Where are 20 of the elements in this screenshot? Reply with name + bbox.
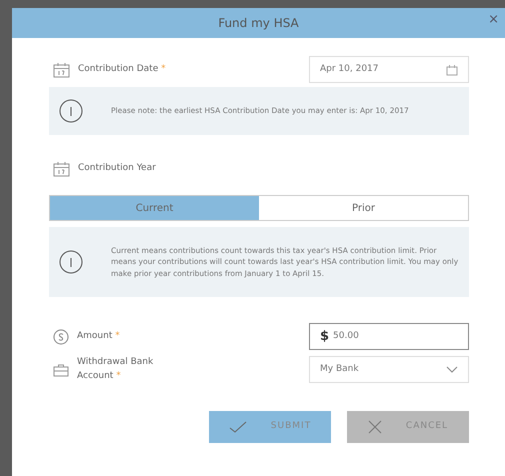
bank-dropdown[interactable]: My Bank [309,356,469,383]
dialog-title: Fund my HSA [218,15,299,32]
calendar-icon [53,62,70,78]
field-label: Contribution Year [78,162,156,176]
segment-tab[interactable]: Current [50,196,259,220]
chevron-down-icon [446,366,458,373]
field-label: Amount * [77,330,120,343]
amount-field[interactable]: $ 50.00 [309,323,469,350]
check-icon [228,421,247,433]
dollar-icon [53,328,69,344]
calendar-icon [446,64,458,76]
info-icon [59,99,83,123]
info-icon [59,250,83,274]
close-icon [368,420,382,434]
close-button[interactable]: × [488,13,499,26]
calendar-icon [53,161,70,177]
field-label: Withdrawal Bank Account * [77,356,154,382]
field-label: Contribution Date * [78,62,166,76]
date-field[interactable]: Apr 10, 2017 [309,56,469,83]
briefcase-icon [53,362,69,376]
